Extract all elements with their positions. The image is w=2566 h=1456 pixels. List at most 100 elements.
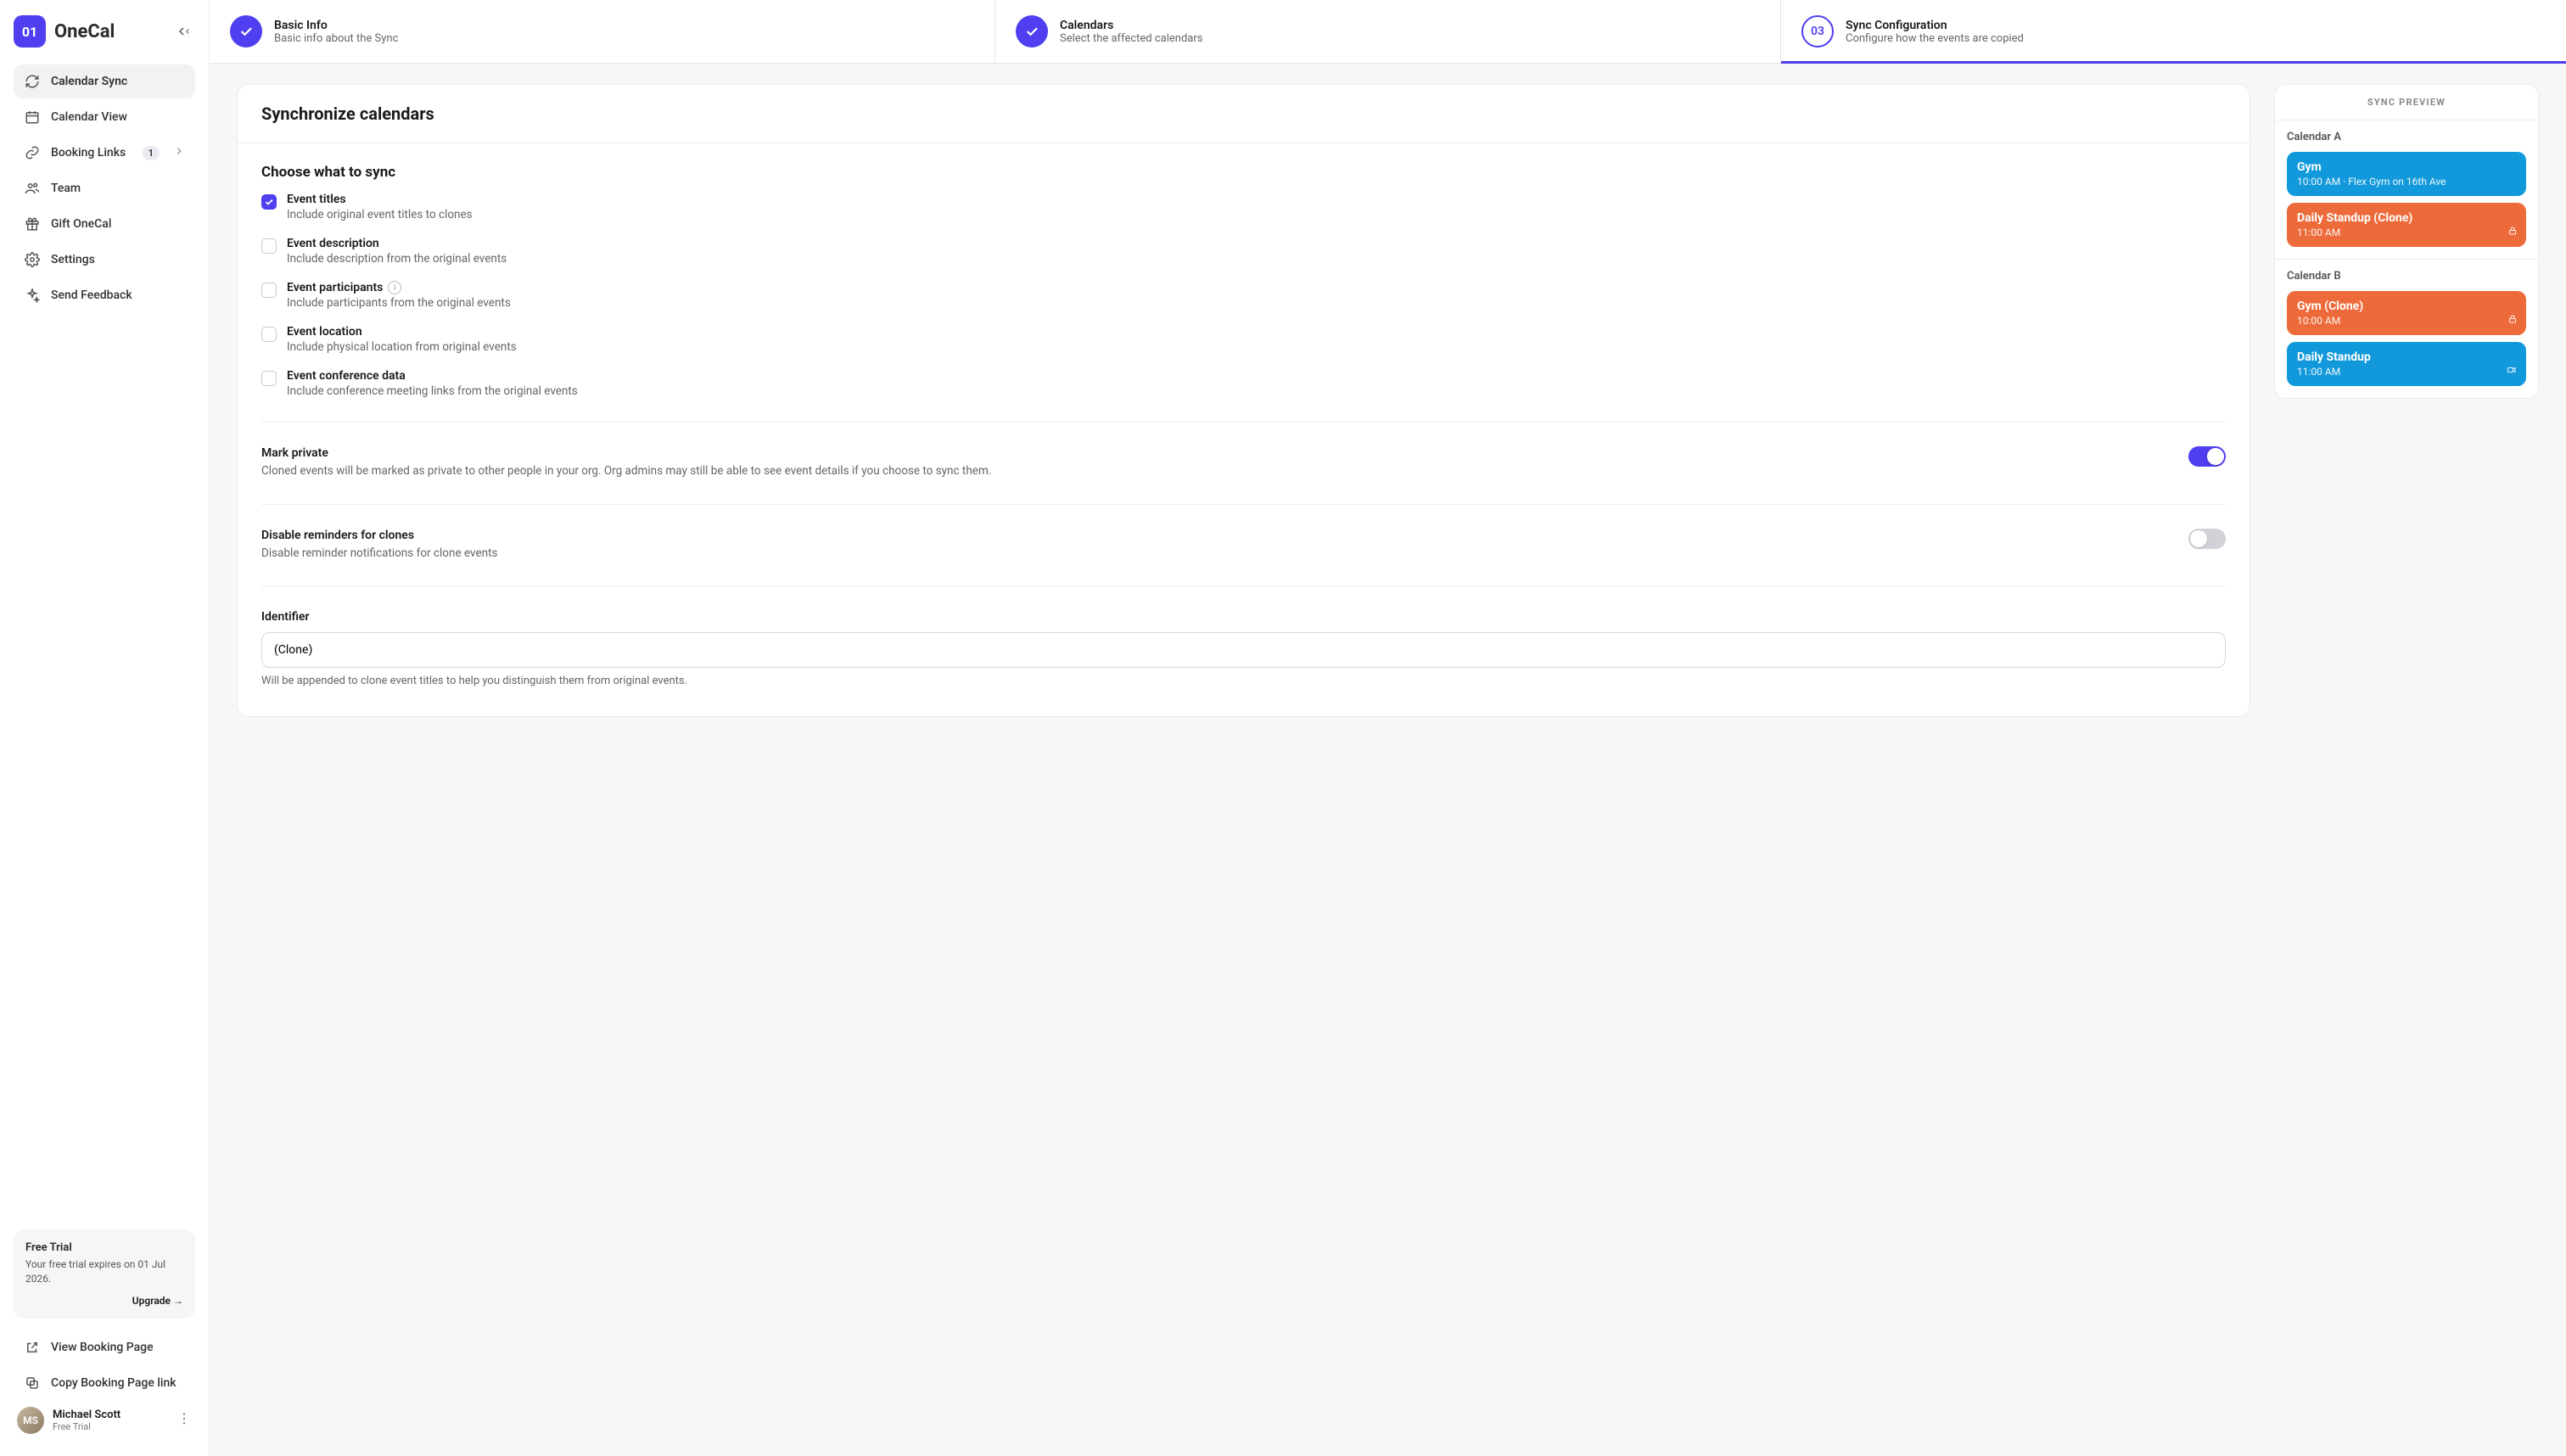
sidebar-item-label: View Booking Page: [51, 1341, 154, 1354]
info-icon[interactable]: i: [388, 281, 401, 294]
preview-event: Daily Standup (Clone) 11:00 AM: [2287, 203, 2526, 247]
disable-reminders-row: Disable reminders for clones Disable rem…: [261, 529, 2226, 563]
checkbox[interactable]: [261, 283, 277, 298]
sync-option: Event participantsi Include participants…: [261, 281, 2226, 310]
event-title: Daily Standup: [2297, 350, 2516, 364]
step-title: Calendars: [1060, 19, 1202, 32]
preview-header: SYNC PREVIEW: [2275, 85, 2538, 120]
profile-name: Michael Scott: [53, 1408, 120, 1421]
profile-menu-button[interactable]: [176, 1411, 192, 1430]
step-sync-configuration[interactable]: 03 Sync Configuration Configure how the …: [1781, 0, 2566, 63]
sidebar-item-settings[interactable]: Settings: [14, 243, 195, 277]
link-icon: [24, 144, 41, 161]
event-time: 11:00 AM: [2297, 366, 2516, 378]
mark-private-toggle[interactable]: [2188, 446, 2226, 467]
disable-reminders-toggle[interactable]: [2188, 529, 2226, 549]
sidebar-item-label: Copy Booking Page link: [51, 1376, 176, 1390]
sidebar-item-calendar-sync[interactable]: Calendar Sync: [14, 64, 195, 98]
calendar-b-label: Calendar B: [2287, 270, 2526, 283]
stepper: Basic Info Basic info about the Sync Cal…: [210, 0, 2566, 64]
external-link-icon: [24, 1339, 41, 1356]
step-sub: Basic info about the Sync: [274, 32, 398, 45]
event-time: 10:00 AM: [2297, 315, 2516, 327]
step-basic-info[interactable]: Basic Info Basic info about the Sync: [210, 0, 995, 63]
checkbox[interactable]: [261, 327, 277, 342]
sidebar-item-gift[interactable]: Gift OneCal: [14, 207, 195, 241]
sidebar-extras: View Booking Page Copy Booking Page link: [14, 1330, 195, 1400]
step-status-done-icon: [1016, 15, 1048, 48]
sparkle-icon: [24, 287, 41, 304]
sidebar-collapse-button[interactable]: [171, 20, 195, 43]
sidebar-nav: Calendar Sync Calendar View Booking Link…: [14, 64, 195, 312]
checkbox[interactable]: [261, 238, 277, 254]
copy-icon: [24, 1375, 41, 1392]
step-number: 03: [1801, 15, 1834, 48]
logo-icon: 01: [14, 15, 46, 48]
event-title: Daily Standup (Clone): [2297, 211, 2516, 225]
booking-links-badge: 1: [143, 146, 160, 160]
trial-desc: Your free trial expires on 01 Jul 2026.: [25, 1257, 183, 1286]
checkbox[interactable]: [261, 371, 277, 386]
lock-icon: [2507, 314, 2518, 327]
event-location: Flex Gym on 16th Ave: [2348, 176, 2446, 188]
event-time: 10:00 AM · Flex Gym on 16th Ave: [2297, 176, 2516, 188]
video-icon: [2506, 365, 2518, 378]
step-title: Basic Info: [274, 19, 398, 32]
trial-title: Free Trial: [25, 1241, 183, 1254]
sidebar-item-team[interactable]: Team: [14, 171, 195, 205]
upgrade-link[interactable]: Upgrade →: [25, 1295, 183, 1307]
calendar-icon: [24, 109, 41, 126]
sidebar-item-view-booking-page[interactable]: View Booking Page: [14, 1330, 195, 1364]
divider: [261, 422, 2226, 423]
sidebar: 01 OneCal Calendar Sync Calendar View Bo…: [0, 0, 210, 1456]
divider: [261, 504, 2226, 505]
sync-icon: [24, 73, 41, 90]
disable-reminders-desc: Disable reminder notifications for clone…: [261, 546, 2173, 563]
preview-event: Daily Standup 11:00 AM: [2287, 342, 2526, 386]
option-desc: Include participants from the original e…: [287, 296, 511, 310]
mark-private-desc: Cloned events will be marked as private …: [261, 463, 2173, 480]
content-row: Synchronize calendars Choose what to syn…: [210, 64, 2566, 737]
option-title: Event titles: [287, 193, 473, 206]
gift-icon: [24, 216, 41, 232]
checkbox[interactable]: [261, 194, 277, 210]
option-desc: Include description from the original ev…: [287, 252, 507, 266]
sync-preview-card: SYNC PREVIEW Calendar A Gym 10:00 AM · F…: [2274, 84, 2539, 399]
check-icon: [238, 24, 254, 39]
logo-row: 01 OneCal: [14, 15, 195, 48]
event-title: Gym (Clone): [2297, 300, 2516, 313]
calendar-b-events: Gym (Clone) 10:00 AM Daily Standup 11:00…: [2287, 291, 2526, 386]
disable-reminders-title: Disable reminders for clones: [261, 529, 2173, 542]
sidebar-item-copy-booking-link[interactable]: Copy Booking Page link: [14, 1366, 195, 1400]
sidebar-item-label: Calendar View: [51, 110, 127, 124]
step-title: Sync Configuration: [1846, 19, 2024, 32]
lock-icon: [2507, 226, 2518, 238]
sidebar-item-label: Gift OneCal: [51, 217, 111, 231]
calendar-a-section: Calendar A Gym 10:00 AM · Flex Gym on 16…: [2275, 120, 2538, 259]
step-calendars[interactable]: Calendars Select the affected calendars: [995, 0, 1781, 63]
event-title: Gym: [2297, 160, 2516, 174]
identifier-label: Identifier: [261, 610, 2226, 624]
step-sub: Configure how the events are copied: [1846, 32, 2024, 45]
sidebar-item-booking-links[interactable]: Booking Links 1: [14, 136, 195, 170]
sidebar-item-label: Team: [51, 182, 81, 195]
card-header: Synchronize calendars: [238, 85, 2249, 143]
mark-private-title: Mark private: [261, 446, 2173, 460]
sync-option: Event conference data Include conference…: [261, 369, 2226, 398]
step-sub: Select the affected calendars: [1060, 32, 1202, 45]
calendar-a-label: Calendar A: [2287, 131, 2526, 143]
divider: [261, 585, 2226, 586]
sidebar-item-feedback[interactable]: Send Feedback: [14, 278, 195, 312]
option-title: Event conference data: [287, 369, 578, 383]
option-desc: Include physical location from original …: [287, 340, 517, 354]
profile-info: Michael Scott Free Trial: [53, 1408, 120, 1432]
dots-vertical-icon: [176, 1411, 192, 1426]
option-title: Event location: [287, 325, 517, 339]
chevron-right-icon: [173, 145, 185, 160]
trial-card: Free Trial Your free trial expires on 01…: [14, 1229, 195, 1319]
step-status-done-icon: [230, 15, 262, 48]
option-title: Event description: [287, 237, 507, 250]
profile-row: MS Michael Scott Free Trial: [14, 1400, 195, 1441]
identifier-input[interactable]: [261, 632, 2226, 668]
sidebar-item-calendar-view[interactable]: Calendar View: [14, 100, 195, 134]
